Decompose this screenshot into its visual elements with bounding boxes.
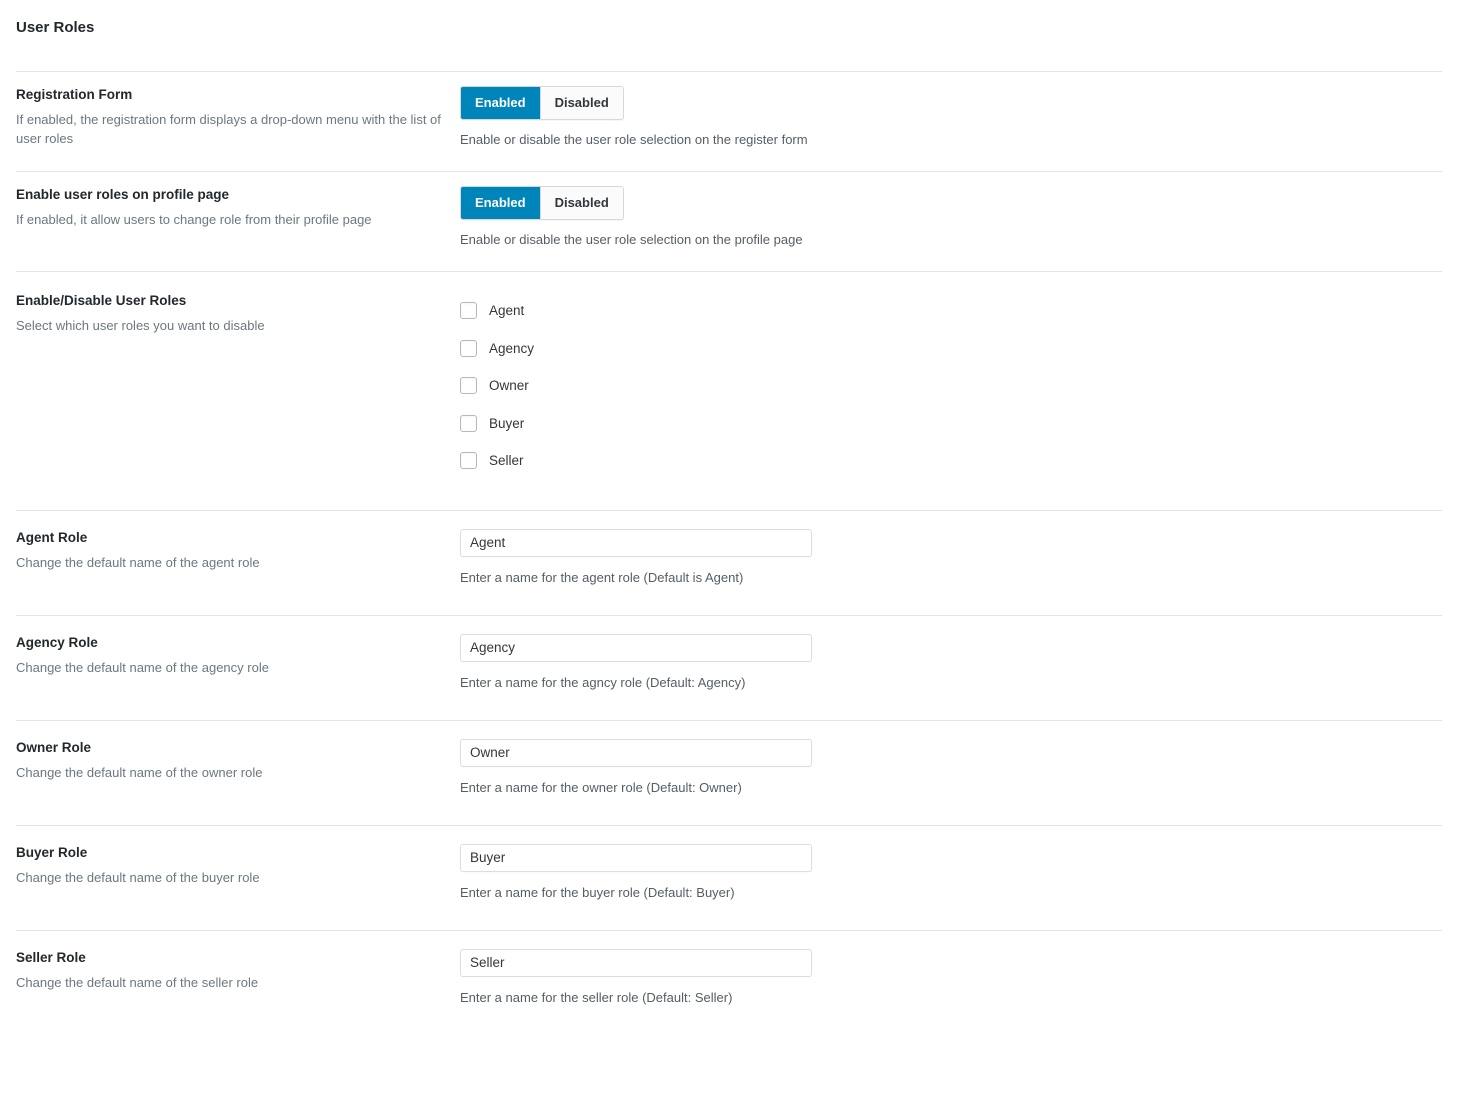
- control-column: Agent Agency Owner Buyer Seller: [460, 292, 1458, 480]
- toggle-enabled-button[interactable]: Enabled: [461, 87, 540, 119]
- checkbox-icon[interactable]: [460, 452, 477, 470]
- control-column: Enter a name for the agent role (Default…: [460, 528, 1458, 587]
- toggle-group-profile-page-roles[interactable]: Enabled Disabled: [460, 186, 624, 220]
- setting-help-text: Enable or disable the user role selectio…: [460, 232, 803, 247]
- buyer-role-input[interactable]: [460, 843, 812, 872]
- setting-row-owner-role: Owner Role Change the default name of th…: [0, 721, 1458, 825]
- page-title: User Roles: [16, 19, 95, 36]
- owner-role-input[interactable]: [460, 738, 812, 767]
- checkbox-icon[interactable]: [460, 377, 477, 395]
- setting-help-text: Enable or disable the user role selectio…: [460, 132, 808, 147]
- setting-label: Buyer Role: [16, 844, 88, 860]
- setting-row-seller-role: Seller Role Change the default name of t…: [0, 931, 1458, 1035]
- control-column: Enabled Disabled Enable or disable the u…: [460, 186, 1458, 249]
- checkbox-icon[interactable]: [460, 339, 477, 357]
- setting-description: Change the default name of the agency ro…: [16, 659, 269, 675]
- setting-help-text: Enter a name for the agent role (Default…: [460, 569, 744, 585]
- setting-row-enable-disable-user-roles: Enable/Disable User Roles Select which u…: [0, 272, 1458, 510]
- control-column: Enter a name for the agncy role (Default…: [460, 633, 1458, 692]
- agency-role-input[interactable]: [460, 633, 812, 662]
- setting-help-text: Enter a name for the seller role (Defaul…: [460, 989, 733, 1005]
- control-column: Enter a name for the owner role (Default…: [460, 738, 1458, 797]
- setting-description: Select which user roles you want to disa…: [16, 318, 265, 333]
- setting-help-text: Enter a name for the owner role (Default…: [460, 779, 742, 795]
- label-column: Owner Role Change the default name of th…: [16, 739, 460, 782]
- user-roles-settings-page: User Roles Registration Form If enabled,…: [0, 0, 1458, 1035]
- checkbox-label: Agent: [489, 303, 525, 319]
- label-column: Registration Form If enabled, the regist…: [16, 86, 460, 148]
- label-column: Enable user roles on profile page If ena…: [16, 186, 460, 229]
- checkbox-item-agent[interactable]: Agent: [460, 292, 1458, 330]
- label-column: Enable/Disable User Roles Select which u…: [16, 292, 460, 335]
- toggle-group-registration-form[interactable]: Enabled Disabled: [460, 86, 624, 120]
- checkbox-label: Owner: [489, 378, 529, 394]
- setting-label: Agent Role: [16, 529, 88, 545]
- agent-role-input[interactable]: [460, 528, 812, 557]
- checkbox-item-agency[interactable]: Agency: [460, 330, 1458, 368]
- checkbox-item-owner[interactable]: Owner: [460, 367, 1458, 405]
- setting-label: Enable user roles on profile page: [16, 187, 230, 202]
- setting-description: If enabled, it allow users to change rol…: [16, 212, 372, 227]
- setting-label: Seller Role: [16, 949, 86, 965]
- setting-row-registration-form: Registration Form If enabled, the regist…: [0, 72, 1458, 171]
- toggle-enabled-button[interactable]: Enabled: [461, 187, 540, 219]
- control-column: Enabled Disabled Enable or disable the u…: [460, 86, 1458, 149]
- setting-label: Enable/Disable User Roles: [16, 293, 187, 308]
- setting-label: Owner Role: [16, 739, 92, 755]
- setting-description: Change the default name of the agent rol…: [16, 554, 260, 570]
- checkbox-icon[interactable]: [460, 414, 477, 432]
- toggle-disabled-button[interactable]: Disabled: [539, 87, 623, 119]
- setting-row-buyer-role: Buyer Role Change the default name of th…: [0, 826, 1458, 930]
- checkbox-item-buyer[interactable]: Buyer: [460, 405, 1458, 443]
- label-column: Agency Role Change the default name of t…: [16, 634, 460, 677]
- checkbox-item-seller[interactable]: Seller: [460, 442, 1458, 480]
- control-column: Enter a name for the seller role (Defaul…: [460, 948, 1458, 1007]
- checkbox-label: Seller: [489, 453, 524, 469]
- setting-help-text: Enter a name for the buyer role (Default…: [460, 884, 735, 900]
- label-column: Agent Role Change the default name of th…: [16, 529, 460, 572]
- setting-row-agency-role: Agency Role Change the default name of t…: [0, 616, 1458, 720]
- setting-row-profile-page-roles: Enable user roles on profile page If ena…: [0, 172, 1458, 271]
- checkbox-icon[interactable]: [460, 302, 477, 320]
- toggle-disabled-button[interactable]: Disabled: [539, 187, 623, 219]
- checkbox-label: Buyer: [489, 415, 525, 431]
- setting-description: Change the default name of the seller ro…: [16, 974, 259, 990]
- seller-role-input[interactable]: [460, 948, 812, 977]
- setting-description: Change the default name of the owner rol…: [16, 764, 263, 780]
- label-column: Seller Role Change the default name of t…: [16, 949, 460, 992]
- setting-description: Change the default name of the buyer rol…: [16, 869, 260, 885]
- setting-description: If enabled, the registration form displa…: [16, 112, 441, 146]
- label-column: Buyer Role Change the default name of th…: [16, 844, 460, 887]
- control-column: Enter a name for the buyer role (Default…: [460, 843, 1458, 902]
- setting-help-text: Enter a name for the agncy role (Default…: [460, 674, 746, 690]
- user-roles-checkbox-list: Agent Agency Owner Buyer Seller: [460, 292, 1458, 480]
- setting-label: Agency Role: [16, 634, 98, 650]
- setting-label: Registration Form: [16, 87, 133, 102]
- setting-row-agent-role: Agent Role Change the default name of th…: [0, 511, 1458, 615]
- checkbox-label: Agency: [489, 340, 535, 356]
